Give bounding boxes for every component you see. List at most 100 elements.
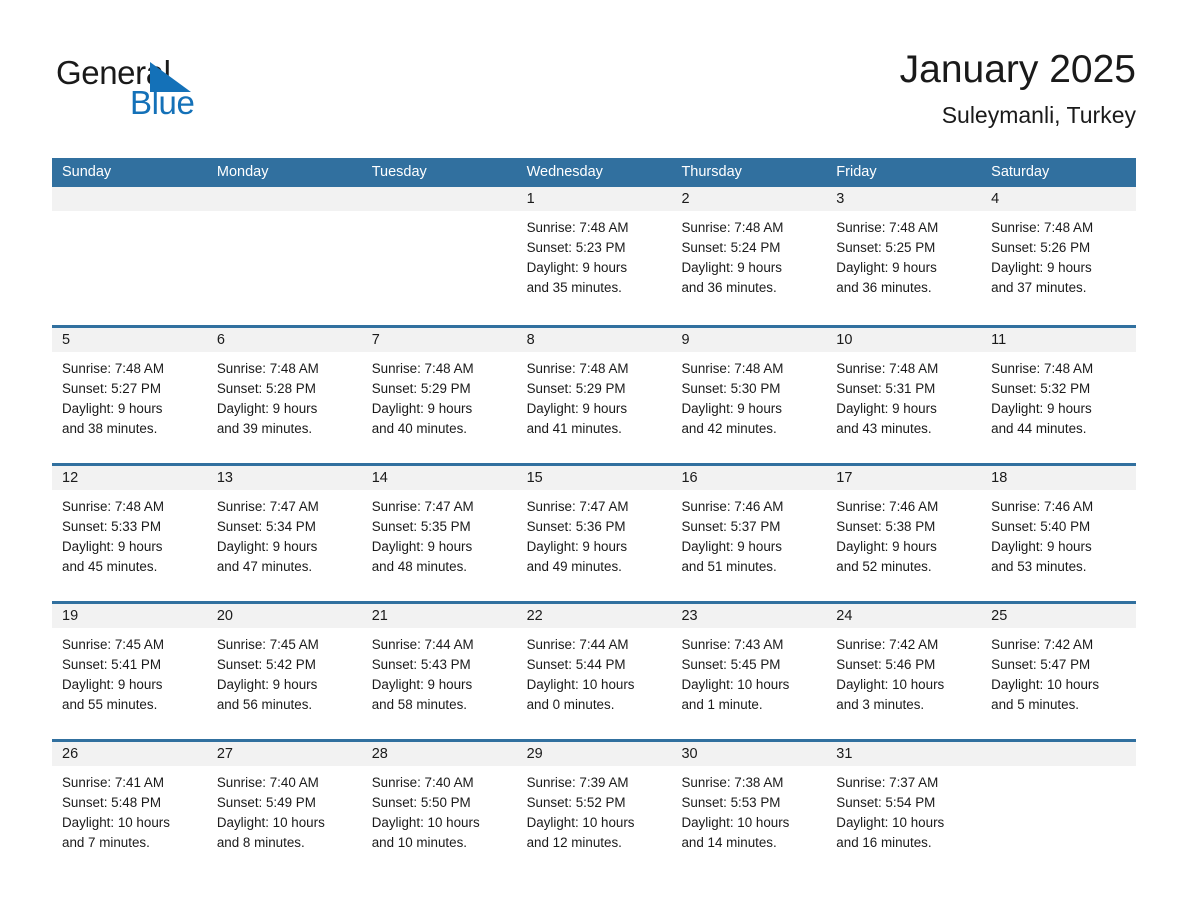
page-header: General Blue January 2025 Suleymanli, Tu… bbox=[0, 0, 1188, 158]
day-number: 18 bbox=[981, 466, 1137, 490]
sunrise-text: Sunrise: 7:45 AM bbox=[62, 637, 164, 652]
day-details: Sunrise: 7:43 AM Sunset: 5:45 PM Daylight:… bbox=[671, 628, 826, 715]
calendar-day-cell[interactable]: 9 Sunrise: 7:48 AM Sunset: 5:30 PM Daylight… bbox=[671, 328, 827, 457]
sunset-text: Sunset: 5:33 PM bbox=[62, 519, 161, 534]
sunset-text: Sunset: 5:53 PM bbox=[681, 795, 781, 810]
calendar-day-cell[interactable]: 19 Sunrise: 7:45 AM Sunset: 5:41 PM Dayligh… bbox=[52, 604, 207, 733]
sunrise-text: Sunrise: 7:44 AM bbox=[371, 637, 474, 652]
sunset-text: Sunset: 5:44 PM bbox=[526, 657, 626, 672]
sunrise-text: Sunrise: 7:37 AM bbox=[836, 775, 939, 790]
sunrise-text: Sunrise: 7:46 AM bbox=[681, 499, 784, 514]
calendar-day-cell[interactable]: 11 Sunrise: 7:48 AM Sunset: 5:32 PM Dayligh… bbox=[981, 328, 1137, 457]
day-details: Sunrise: 7:48 AM Sunset: 5:26 PM Daylight:… bbox=[981, 211, 1136, 298]
sunset-text: Sunset: 5:31 PM bbox=[836, 381, 936, 396]
daylight-text: and 53 minutes. bbox=[991, 559, 1087, 574]
calendar-day-cell[interactable]: 26 Sunrise: 7:41 AM Sunset: 5:48 PM Dayligh… bbox=[52, 742, 207, 871]
daylight-text: Daylight: 9 hours bbox=[216, 677, 318, 692]
sunrise-text: Sunrise: 7:46 AM bbox=[991, 499, 1094, 514]
calendar-day-cell[interactable]: 13 Sunrise: 7:47 AM Sunset: 5:34 PM Dayligh… bbox=[206, 466, 362, 595]
sunset-text: Sunset: 5:52 PM bbox=[526, 795, 626, 810]
calendar-day-cell[interactable]: 16 Sunrise: 7:46 AM Sunset: 5:37 PM Dayligh… bbox=[671, 466, 827, 595]
daylight-text: and 5 minutes. bbox=[991, 697, 1079, 712]
daylight-text: and 0 minutes. bbox=[526, 697, 615, 712]
day-number: 5 bbox=[52, 328, 207, 352]
daylight-text: Daylight: 10 hours bbox=[681, 815, 790, 830]
calendar-day-cell[interactable]: 6 Sunrise: 7:48 AM Sunset: 5:28 PM Daylight… bbox=[206, 328, 362, 457]
daylight-text: and 36 minutes. bbox=[681, 280, 777, 295]
calendar-day-cell[interactable]: 8 Sunrise: 7:48 AM Sunset: 5:29 PM Daylight… bbox=[516, 328, 672, 457]
daylight-text: and 10 minutes. bbox=[371, 835, 468, 850]
calendar-day-cell[interactable]: 14 Sunrise: 7:47 AM Sunset: 5:35 PM Dayligh… bbox=[361, 466, 517, 595]
sunset-text: Sunset: 5:36 PM bbox=[526, 519, 626, 534]
calendar-day-cell[interactable]: 17 Sunrise: 7:46 AM Sunset: 5:38 PM Dayligh… bbox=[826, 466, 982, 595]
general-blue-logo: General Blue bbox=[56, 54, 266, 126]
daylight-text: and 8 minutes. bbox=[216, 835, 305, 850]
day-details: Sunrise: 7:46 AM Sunset: 5:38 PM Daylight:… bbox=[826, 490, 981, 577]
calendar-day-cell[interactable]: 21 Sunrise: 7:44 AM Sunset: 5:43 PM Dayligh… bbox=[361, 604, 517, 733]
sunrise-text: Sunrise: 7:48 AM bbox=[681, 220, 784, 235]
day-details: Sunrise: 7:42 AM Sunset: 5:47 PM Daylight:… bbox=[981, 628, 1136, 715]
day-details: Sunrise: 7:46 AM Sunset: 5:40 PM Daylight:… bbox=[981, 490, 1136, 577]
sunset-text: Sunset: 5:35 PM bbox=[371, 519, 471, 534]
day-number: 9 bbox=[671, 328, 827, 352]
sunrise-text: Sunrise: 7:48 AM bbox=[991, 220, 1094, 235]
daylight-text: and 55 minutes. bbox=[62, 697, 158, 712]
day-number bbox=[206, 187, 362, 211]
calendar-day-cell[interactable]: 12 Sunrise: 7:48 AM Sunset: 5:33 PM Dayligh… bbox=[52, 466, 207, 595]
calendar-day-cell[interactable]: 15 Sunrise: 7:47 AM Sunset: 5:36 PM Dayligh… bbox=[516, 466, 672, 595]
calendar-day-cell[interactable]: 2 Sunrise: 7:48 AM Sunset: 5:24 PM Daylight… bbox=[671, 187, 827, 319]
daylight-text: and 52 minutes. bbox=[836, 559, 932, 574]
calendar-day-cell[interactable]: 10 Sunrise: 7:48 AM Sunset: 5:31 PM Dayligh… bbox=[826, 328, 982, 457]
calendar-page: General Blue January 2025 Suleymanli, Tu… bbox=[0, 0, 1188, 918]
calendar-day-cell[interactable]: 22 Sunrise: 7:44 AM Sunset: 5:44 PM Dayligh… bbox=[516, 604, 672, 733]
day-details bbox=[52, 211, 207, 218]
day-number: 10 bbox=[826, 328, 982, 352]
calendar-day-cell[interactable]: 30 Sunrise: 7:38 AM Sunset: 5:53 PM Dayligh… bbox=[671, 742, 827, 871]
daylight-text: and 45 minutes. bbox=[62, 559, 158, 574]
daylight-text: Daylight: 10 hours bbox=[836, 815, 945, 830]
daylight-text: and 12 minutes. bbox=[526, 835, 622, 850]
calendar-day-cell[interactable]: 20 Sunrise: 7:45 AM Sunset: 5:42 PM Dayligh… bbox=[206, 604, 362, 733]
sunset-text: Sunset: 5:42 PM bbox=[216, 657, 316, 672]
calendar-day-cell[interactable]: 18 Sunrise: 7:46 AM Sunset: 5:40 PM Dayligh… bbox=[981, 466, 1137, 595]
daylight-text: and 56 minutes. bbox=[216, 697, 313, 712]
sunrise-text: Sunrise: 7:48 AM bbox=[681, 361, 784, 376]
title-block: January 2025 Suleymanli, Turkey bbox=[900, 46, 1136, 130]
calendar-weeks: 1 Sunrise: 7:48 AM Sunset: 5:23 PM Daylight… bbox=[52, 187, 1137, 871]
day-details bbox=[981, 766, 1136, 773]
sunrise-text: Sunrise: 7:48 AM bbox=[991, 361, 1094, 376]
day-details: Sunrise: 7:48 AM Sunset: 5:32 PM Daylight:… bbox=[981, 352, 1136, 439]
day-details: Sunrise: 7:48 AM Sunset: 5:31 PM Daylight:… bbox=[826, 352, 981, 439]
calendar-day-cell[interactable]: 28 Sunrise: 7:40 AM Sunset: 5:50 PM Dayligh… bbox=[361, 742, 517, 871]
calendar-day-cell[interactable]: 23 Sunrise: 7:43 AM Sunset: 5:45 PM Dayligh… bbox=[671, 604, 827, 733]
calendar-day-cell[interactable]: 27 Sunrise: 7:40 AM Sunset: 5:49 PM Dayligh… bbox=[206, 742, 362, 871]
daylight-text: Daylight: 10 hours bbox=[216, 815, 325, 830]
day-details: Sunrise: 7:42 AM Sunset: 5:46 PM Daylight:… bbox=[826, 628, 981, 715]
day-details: Sunrise: 7:44 AM Sunset: 5:44 PM Daylight:… bbox=[517, 628, 672, 715]
sunset-text: Sunset: 5:50 PM bbox=[371, 795, 471, 810]
calendar-day-cell[interactable]: 7 Sunrise: 7:48 AM Sunset: 5:29 PM Daylight… bbox=[361, 328, 517, 457]
daylight-text: Daylight: 9 hours bbox=[991, 539, 1092, 554]
day-number: 11 bbox=[981, 328, 1137, 352]
calendar-day-cell[interactable]: 5 Sunrise: 7:48 AM Sunset: 5:27 PM Daylight… bbox=[52, 328, 207, 457]
sunset-text: Sunset: 5:46 PM bbox=[836, 657, 936, 672]
calendar-day-cell[interactable]: 4 Sunrise: 7:48 AM Sunset: 5:26 PM Daylight… bbox=[981, 187, 1137, 319]
day-number: 22 bbox=[516, 604, 672, 628]
sunset-text: Sunset: 5:25 PM bbox=[836, 240, 936, 255]
day-details bbox=[207, 211, 362, 218]
sunset-text: Sunset: 5:24 PM bbox=[681, 240, 781, 255]
sunrise-text: Sunrise: 7:48 AM bbox=[526, 361, 629, 376]
sunrise-text: Sunrise: 7:47 AM bbox=[216, 499, 319, 514]
sunset-text: Sunset: 5:41 PM bbox=[62, 657, 161, 672]
calendar-day-cell[interactable]: 31 Sunrise: 7:37 AM Sunset: 5:54 PM Dayligh… bbox=[826, 742, 982, 871]
calendar-day-cell[interactable]: 1 Sunrise: 7:48 AM Sunset: 5:23 PM Daylight… bbox=[516, 187, 672, 319]
calendar-day-cell-empty bbox=[206, 187, 362, 319]
daylight-text: and 1 minute. bbox=[681, 697, 763, 712]
daylight-text: and 38 minutes. bbox=[62, 421, 158, 436]
calendar-day-cell[interactable]: 24 Sunrise: 7:42 AM Sunset: 5:46 PM Dayligh… bbox=[826, 604, 982, 733]
daylight-text: Daylight: 9 hours bbox=[681, 260, 782, 275]
sunrise-text: Sunrise: 7:48 AM bbox=[62, 361, 164, 376]
calendar-day-cell[interactable]: 29 Sunrise: 7:39 AM Sunset: 5:52 PM Dayligh… bbox=[516, 742, 672, 871]
calendar-day-cell[interactable]: 3 Sunrise: 7:48 AM Sunset: 5:25 PM Daylight… bbox=[826, 187, 982, 319]
calendar-day-cell[interactable]: 25 Sunrise: 7:42 AM Sunset: 5:47 PM Dayligh… bbox=[981, 604, 1137, 733]
